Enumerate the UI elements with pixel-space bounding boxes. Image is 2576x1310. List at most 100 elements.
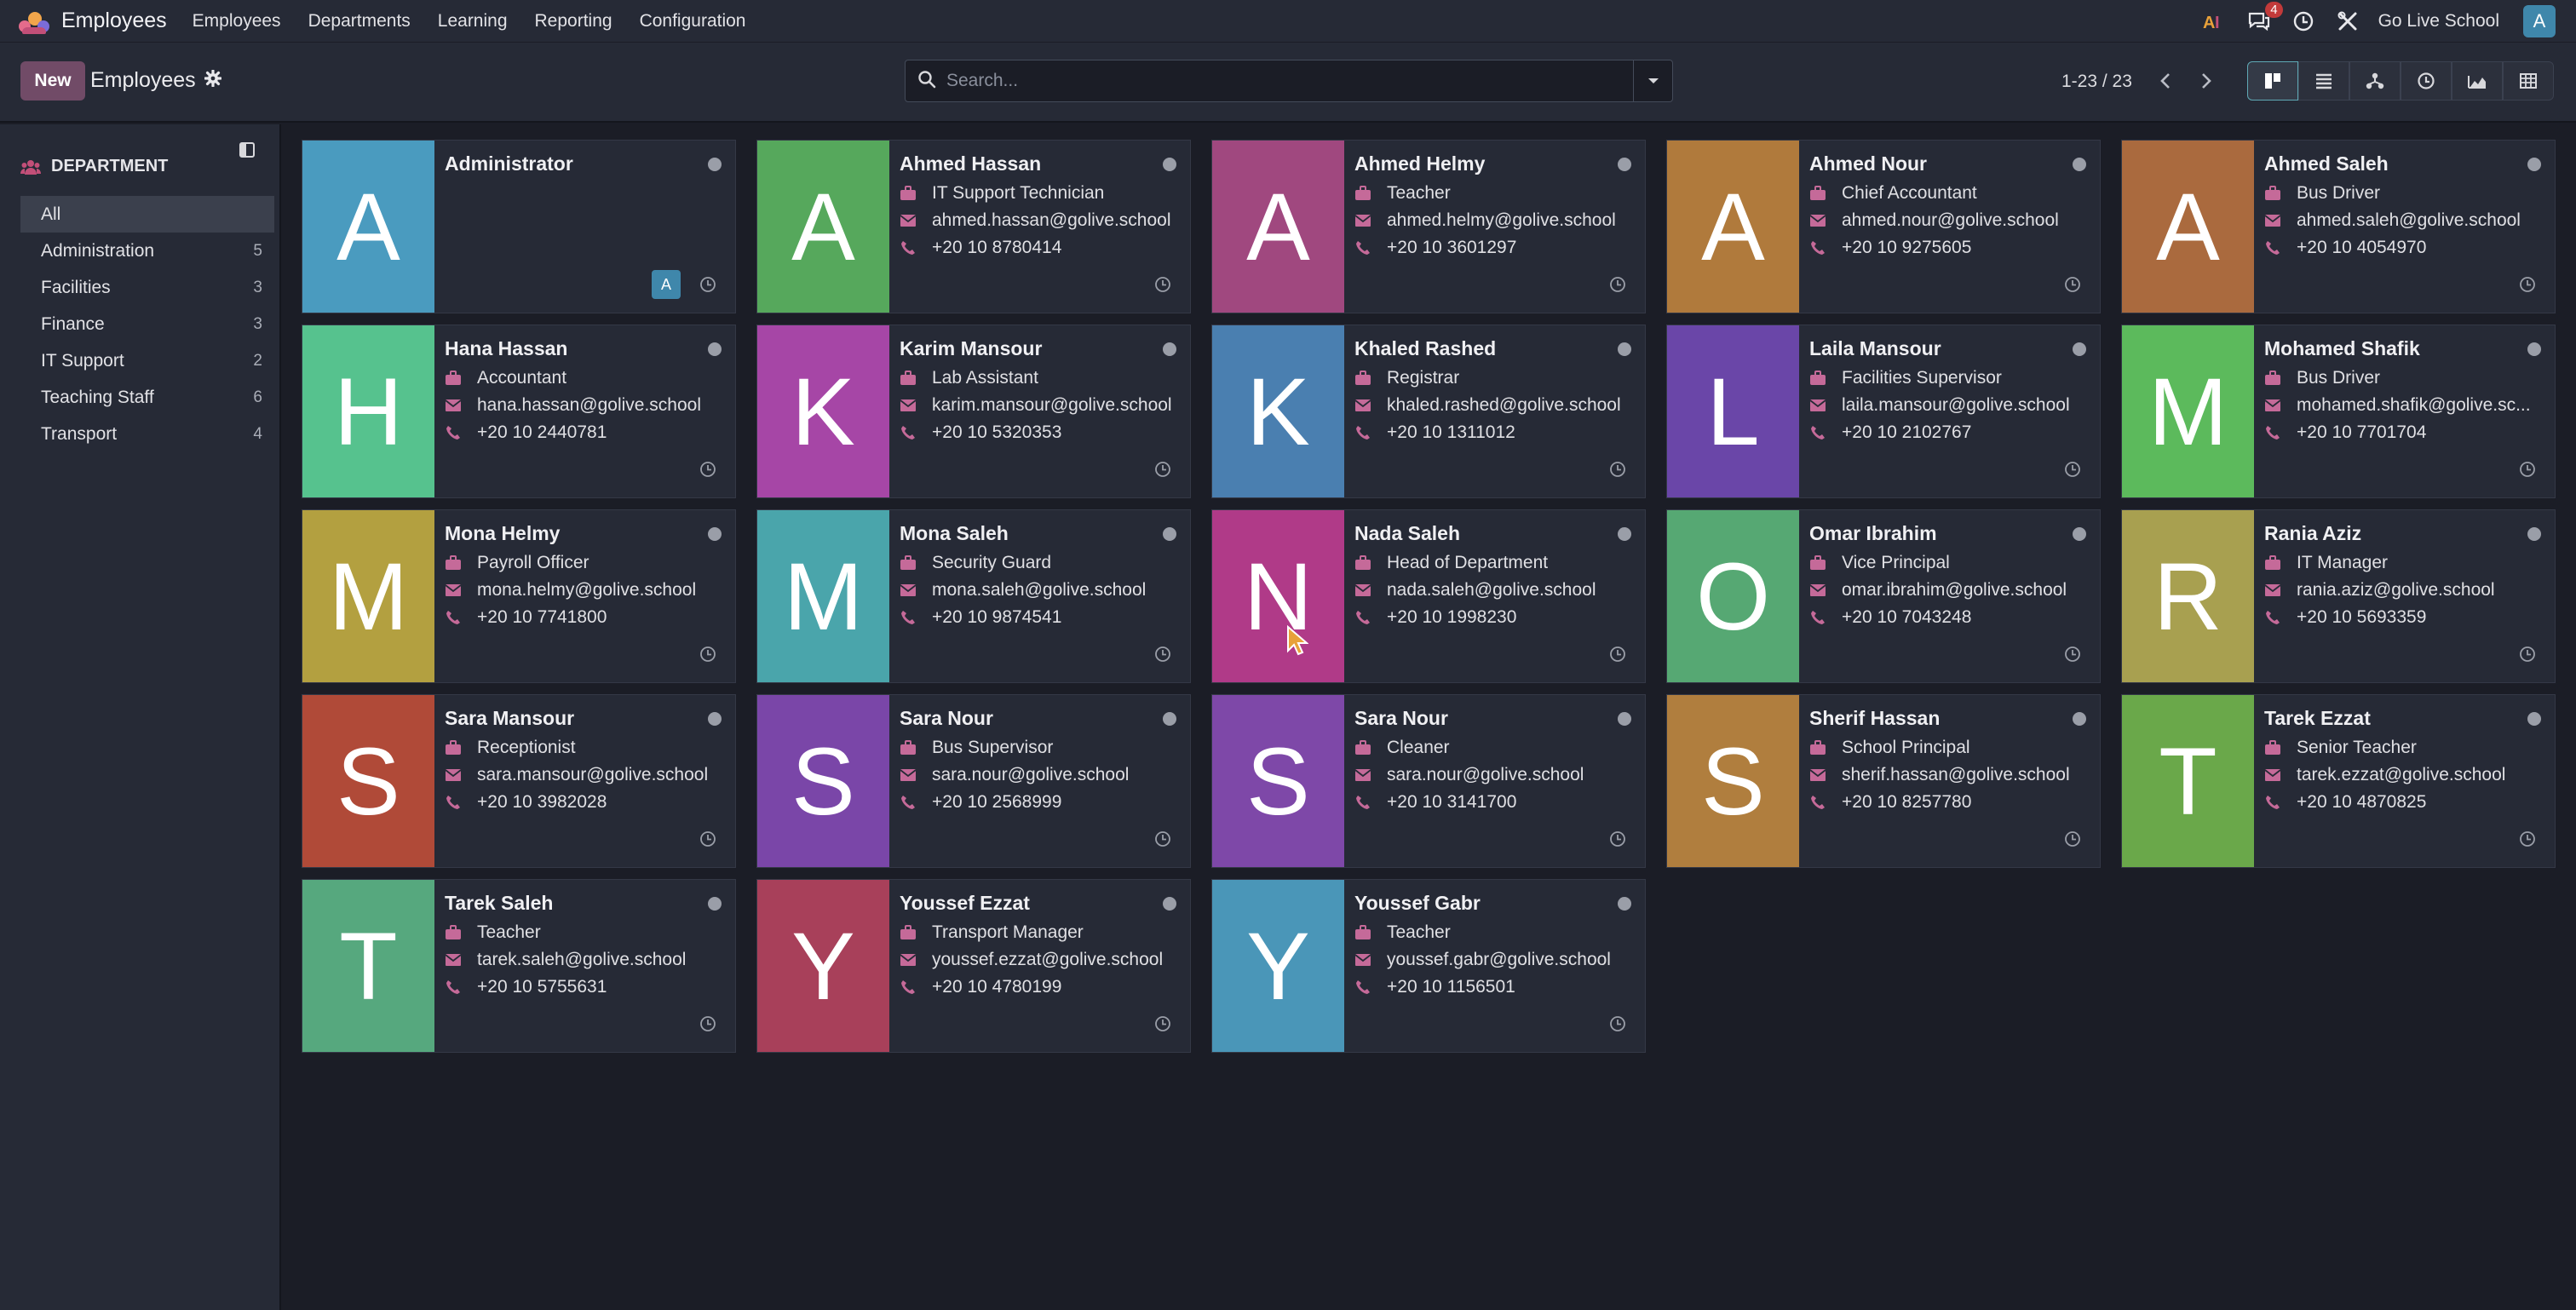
search-input[interactable] [936, 60, 1633, 101]
debug-tools-icon[interactable] [2336, 9, 2360, 33]
employee-email[interactable]: mohamed.shafik@golive.sc... [2297, 395, 2531, 416]
sidebar-item-it-support[interactable]: IT Support 2 [20, 342, 274, 379]
activity-clock-icon[interactable] [1609, 461, 1626, 482]
activity-clock-icon[interactable] [1154, 1015, 1171, 1037]
activity-clock-icon[interactable] [1154, 830, 1171, 852]
employee-email[interactable]: ahmed.nour@golive.school [1842, 210, 2059, 231]
employee-email[interactable]: khaled.rashed@golive.school [1387, 395, 1621, 416]
employee-phone[interactable]: +20 10 3141700 [1387, 792, 1516, 813]
employee-phone[interactable]: +20 10 4054970 [2297, 238, 2426, 258]
activity-clock-icon[interactable] [1154, 276, 1171, 297]
pivot-view-button[interactable] [2503, 61, 2554, 101]
employee-card[interactable]: L Laila Mansour Facilities Supervisor laila… [1666, 325, 2101, 498]
activity-clock-icon[interactable] [699, 1015, 716, 1037]
employee-phone[interactable]: +20 10 7701704 [2297, 422, 2426, 443]
user-avatar[interactable]: A [2523, 4, 2556, 37]
sidebar-item-all[interactable]: All [20, 196, 274, 233]
employee-card[interactable]: A Ahmed Nour Chief Accountant ahmed.nour@go… [1666, 140, 2101, 313]
list-view-button[interactable] [2298, 61, 2349, 101]
activity-clock-icon[interactable] [699, 646, 716, 667]
employee-email[interactable]: sara.mansour@golive.school [477, 765, 708, 785]
employee-card[interactable]: A Administrator A [302, 140, 736, 313]
employee-email[interactable]: tarek.ezzat@golive.school [2297, 765, 2505, 785]
hierarchy-view-button[interactable] [2349, 61, 2401, 101]
employee-card[interactable]: S Sherif Hassan School Principal sherif.has… [1666, 694, 2101, 868]
employee-email[interactable]: ahmed.hassan@golive.school [932, 210, 1171, 231]
activity-clock-icon[interactable] [2064, 646, 2081, 667]
employee-phone[interactable]: +20 10 3601297 [1387, 238, 1516, 258]
graph-view-button[interactable] [2452, 61, 2503, 101]
employee-card[interactable]: S Sara Mansour Receptionist sara.mansour@go… [302, 694, 736, 868]
activity-clock-icon[interactable] [1609, 276, 1626, 297]
activity-clock-icon[interactable] [1154, 461, 1171, 482]
employee-card[interactable]: H Hana Hassan Accountant hana.hassan@golive… [302, 325, 736, 498]
employee-email[interactable]: sara.nour@golive.school [932, 765, 1129, 785]
sidebar-item-teaching-staff[interactable]: Teaching Staff 6 [20, 379, 274, 416]
activity-clock-icon[interactable] [2064, 830, 2081, 852]
employee-phone[interactable]: +20 10 5755631 [477, 977, 607, 997]
employee-email[interactable]: ahmed.helmy@golive.school [1387, 210, 1616, 231]
employee-card[interactable]: A Ahmed Hassan IT Support Technician ahmed.… [756, 140, 1191, 313]
menu-employees[interactable]: Employees [179, 11, 295, 32]
activity-clock-icon[interactable] [2064, 461, 2081, 482]
company-switcher[interactable]: Go Live School [2378, 11, 2499, 32]
sidebar-toggle-icon[interactable] [239, 141, 256, 163]
sidebar-item-transport[interactable]: Transport 4 [20, 416, 274, 452]
pager-previous-button[interactable] [2148, 61, 2182, 101]
employee-phone[interactable]: +20 10 4780199 [932, 977, 1061, 997]
sidebar-item-facilities[interactable]: Facilities 3 [20, 269, 274, 306]
employee-phone[interactable]: +20 10 8780414 [932, 238, 1061, 258]
employee-phone[interactable]: +20 10 1156501 [1387, 977, 1515, 997]
sidebar-item-finance[interactable]: Finance 3 [20, 306, 274, 342]
ai-assistant-icon[interactable]: AI [2203, 9, 2227, 33]
employee-phone[interactable]: +20 10 9275605 [1842, 238, 1971, 258]
employee-email[interactable]: sara.nour@golive.school [1387, 765, 1584, 785]
employee-card[interactable]: S Sara Nour Cleaner sara.nour@golive.school… [1211, 694, 1646, 868]
employee-card[interactable]: T Tarek Ezzat Senior Teacher tarek.ezzat@go… [2121, 694, 2556, 868]
gear-icon[interactable] [204, 68, 222, 93]
employee-phone[interactable]: +20 10 7043248 [1842, 607, 1971, 628]
employee-card[interactable]: A Ahmed Helmy Teacher ahmed.helmy@golive.sc… [1211, 140, 1646, 313]
activity-clock-icon[interactable] [1154, 646, 1171, 667]
employee-card[interactable]: Y Youssef Ezzat Transport Manager youssef.e… [756, 879, 1191, 1053]
employee-phone[interactable]: +20 10 2568999 [932, 792, 1061, 813]
activity-clock-icon[interactable] [699, 830, 716, 852]
employee-card[interactable]: M Mohamed Shafik Bus Driver mohamed.shafik@… [2121, 325, 2556, 498]
messages-icon[interactable]: 4 [2247, 1, 2283, 33]
app-brand[interactable]: Employees [17, 9, 179, 34]
activity-clock-icon[interactable] [2519, 646, 2536, 667]
activity-clock-icon[interactable] [699, 461, 716, 482]
menu-reporting[interactable]: Reporting [521, 11, 626, 32]
activity-clock-icon[interactable] [699, 276, 716, 297]
menu-learning[interactable]: Learning [424, 11, 521, 32]
menu-departments[interactable]: Departments [295, 11, 424, 32]
employee-card[interactable]: M Mona Saleh Security Guard mona.saleh@goli… [756, 509, 1191, 683]
new-button[interactable]: New [20, 61, 85, 101]
employee-card[interactable]: S Sara Nour Bus Supervisor sara.nour@golive… [756, 694, 1191, 868]
employee-card[interactable]: K Karim Mansour Lab Assistant karim.mansour… [756, 325, 1191, 498]
pager-value[interactable]: 1-23 / 23 [2061, 72, 2132, 92]
sidebar-item-administration[interactable]: Administration 5 [20, 233, 274, 269]
employee-phone[interactable]: +20 10 5320353 [932, 422, 1061, 443]
employee-card[interactable]: R Rania Aziz IT Manager rania.aziz@golive.s… [2121, 509, 2556, 683]
employee-phone[interactable]: +20 10 2440781 [477, 422, 607, 443]
activity-clock-icon[interactable] [1609, 1015, 1626, 1037]
activity-clock-icon[interactable] [2519, 461, 2536, 482]
activity-view-button[interactable] [2401, 61, 2452, 101]
employee-card[interactable]: K Khaled Rashed Registrar khaled.rashed@gol… [1211, 325, 1646, 498]
employee-email[interactable]: ahmed.saleh@golive.school [2297, 210, 2521, 231]
employee-email[interactable]: laila.mansour@golive.school [1842, 395, 2070, 416]
employee-phone[interactable]: +20 10 3982028 [477, 792, 607, 813]
employee-card[interactable]: Y Youssef Gabr Teacher youssef.gabr@golive.… [1211, 879, 1646, 1053]
employee-card[interactable]: T Tarek Saleh Teacher tarek.saleh@golive.sc… [302, 879, 736, 1053]
pager-next-button[interactable] [2189, 61, 2223, 101]
activity-clock-icon[interactable] [2519, 276, 2536, 297]
activity-clock-icon[interactable] [2064, 276, 2081, 297]
employee-phone[interactable]: +20 10 1311012 [1387, 422, 1515, 443]
employee-email[interactable]: mona.saleh@golive.school [932, 580, 1146, 600]
employee-email[interactable]: nada.saleh@golive.school [1387, 580, 1596, 600]
employee-card[interactable]: A Ahmed Saleh Bus Driver ahmed.saleh@golive… [2121, 140, 2556, 313]
employee-email[interactable]: sherif.hassan@golive.school [1842, 765, 2070, 785]
employee-email[interactable]: mona.helmy@golive.school [477, 580, 696, 600]
employee-phone[interactable]: +20 10 2102767 [1842, 422, 1971, 443]
